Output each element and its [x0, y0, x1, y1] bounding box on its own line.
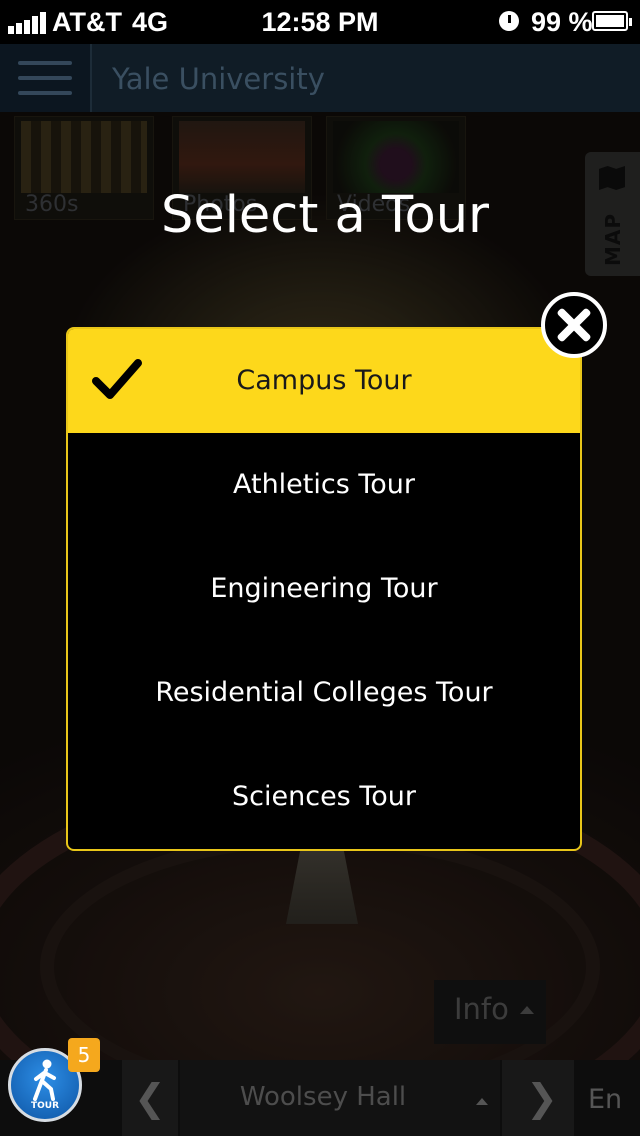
- tour-option-sciences[interactable]: Sciences Tour: [68, 745, 580, 849]
- tour-label: Campus Tour: [236, 365, 412, 396]
- status-bar: AT&T 4G 12:58 PM 99 %: [0, 0, 640, 44]
- hamburger-menu-icon[interactable]: [0, 44, 92, 112]
- tour-option-campus[interactable]: Campus Tour: [68, 329, 580, 433]
- tour-list: Campus Tour Athletics Tour Engineering T…: [66, 327, 582, 851]
- tour-stops-badge: 5: [68, 1038, 100, 1072]
- tour-option-engineering[interactable]: Engineering Tour: [68, 537, 580, 641]
- language-selector[interactable]: En: [588, 1084, 622, 1115]
- tour-label: Athletics Tour: [232, 469, 416, 500]
- tour-label: Sciences Tour: [232, 781, 416, 812]
- tour-option-athletics[interactable]: Athletics Tour: [68, 433, 580, 537]
- caret-up-icon[interactable]: [476, 1098, 488, 1105]
- close-x-icon[interactable]: [541, 292, 607, 358]
- modal-title: Select a Tour: [161, 186, 489, 245]
- tour-label: Engineering Tour: [210, 573, 438, 604]
- chevron-right-icon[interactable]: ❯: [526, 1076, 558, 1120]
- app-header: Yale University: [0, 44, 640, 112]
- alarm-clock-icon: [499, 11, 519, 31]
- battery-percent: 99 %: [531, 7, 593, 37]
- tour-label: Residential Colleges Tour: [155, 677, 493, 708]
- checkmark-icon: [92, 359, 142, 399]
- app-title: Yale University: [112, 62, 325, 96]
- chevron-left-icon[interactable]: ❮: [134, 1076, 166, 1120]
- battery-charging-icon: [592, 11, 632, 31]
- walking-person-icon: [33, 1059, 56, 1101]
- tour-option-residential-colleges[interactable]: Residential Colleges Tour: [68, 641, 580, 745]
- tour-button-label: TOUR: [30, 1101, 60, 1111]
- current-location[interactable]: Woolsey Hall: [180, 1082, 466, 1112]
